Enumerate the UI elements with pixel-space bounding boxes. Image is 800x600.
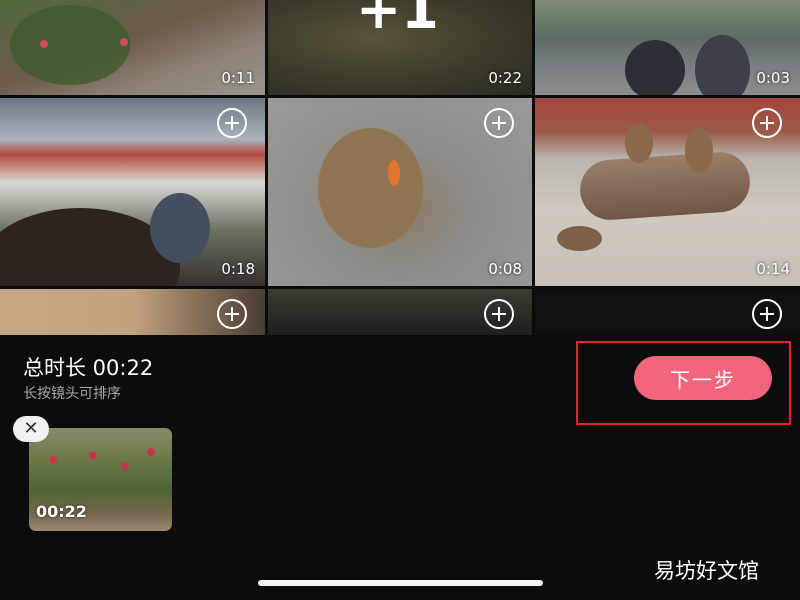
media-tile[interactable]: 0:11 (0, 0, 265, 95)
media-tile[interactable]: 0:18 (0, 98, 265, 286)
add-clip-button[interactable] (217, 108, 247, 138)
media-tile[interactable]: 0:14 (535, 98, 800, 286)
add-clip-button[interactable] (484, 108, 514, 138)
watermark: 易坊好文馆 (654, 559, 759, 583)
log-shape (578, 150, 752, 222)
flower-shape (120, 38, 128, 46)
tile-duration: 0:03 (756, 69, 790, 87)
person-shape (625, 40, 685, 95)
tile-duration: 0:11 (221, 69, 255, 87)
home-indicator[interactable] (258, 580, 543, 586)
sort-hint: 长按镜头可排序 (23, 386, 121, 402)
tile-duration: 0:14 (756, 260, 790, 278)
tile-duration: 0:22 (488, 69, 522, 87)
flower-shape (49, 456, 57, 464)
bush-shape (10, 5, 130, 85)
tile-duration: 0:18 (221, 260, 255, 278)
flower-shape (40, 40, 48, 48)
add-clip-button[interactable] (752, 108, 782, 138)
carrot-shape (388, 160, 400, 186)
flower-shape (89, 452, 97, 460)
prairie-dog-shape (625, 123, 653, 163)
media-tile[interactable]: +1 0:22 (268, 0, 532, 95)
media-tile[interactable] (535, 289, 800, 335)
prairie-dog-shape (318, 128, 423, 248)
prairie-dog-shape (557, 226, 602, 251)
add-clip-button[interactable] (752, 299, 782, 329)
media-tile[interactable]: 0:08 (268, 98, 532, 286)
flower-shape (147, 448, 155, 456)
selected-count-badge: +1 (356, 0, 439, 41)
media-tile[interactable] (0, 289, 265, 335)
prairie-dog-shape (685, 128, 713, 173)
media-tile[interactable] (268, 289, 532, 335)
next-step-button[interactable]: 下一步 (634, 356, 772, 400)
media-grid: 0:11 +1 0:22 0:03 0:18 0:08 0:14 (0, 0, 800, 335)
person-shape (150, 193, 210, 263)
tile-duration: 0:08 (488, 260, 522, 278)
selected-clip-thumbnail[interactable]: 00:22 (29, 428, 172, 531)
total-duration: 总时长 00:22 (23, 356, 154, 380)
next-button-highlight: 下一步 (576, 341, 791, 425)
remove-clip-button[interactable]: ✕ (13, 416, 49, 442)
media-tile[interactable]: 0:03 (535, 0, 800, 95)
close-icon: ✕ (23, 418, 39, 439)
add-clip-button[interactable] (484, 299, 514, 329)
add-clip-button[interactable] (217, 299, 247, 329)
flower-shape (121, 462, 129, 470)
clip-duration: 00:22 (36, 502, 87, 521)
person-shape (695, 35, 750, 95)
